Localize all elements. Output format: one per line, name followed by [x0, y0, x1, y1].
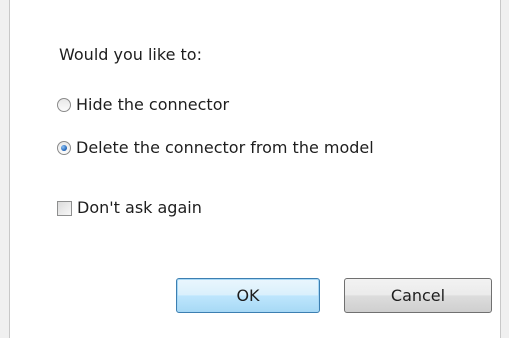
option-hide-connector-label: Hide the connector	[76, 95, 230, 114]
option-delete-connector[interactable]: Delete the connector from the model	[57, 137, 374, 159]
cancel-button[interactable]: Cancel	[344, 278, 492, 313]
ok-button[interactable]: OK	[176, 278, 320, 313]
option-hide-connector[interactable]: Hide the connector	[57, 94, 229, 116]
dont-ask-again-option[interactable]: Don't ask again	[57, 197, 202, 219]
dialog-prompt: Would you like to:	[59, 45, 202, 64]
radio-delete-connector[interactable]	[57, 141, 71, 155]
dont-ask-again-label: Don't ask again	[77, 198, 202, 217]
radio-hide-connector[interactable]	[57, 98, 71, 112]
option-delete-connector-label: Delete the connector from the model	[76, 138, 374, 157]
connector-dialog: Would you like to: Hide the connector De…	[0, 0, 509, 338]
dont-ask-again-checkbox[interactable]	[57, 200, 72, 216]
